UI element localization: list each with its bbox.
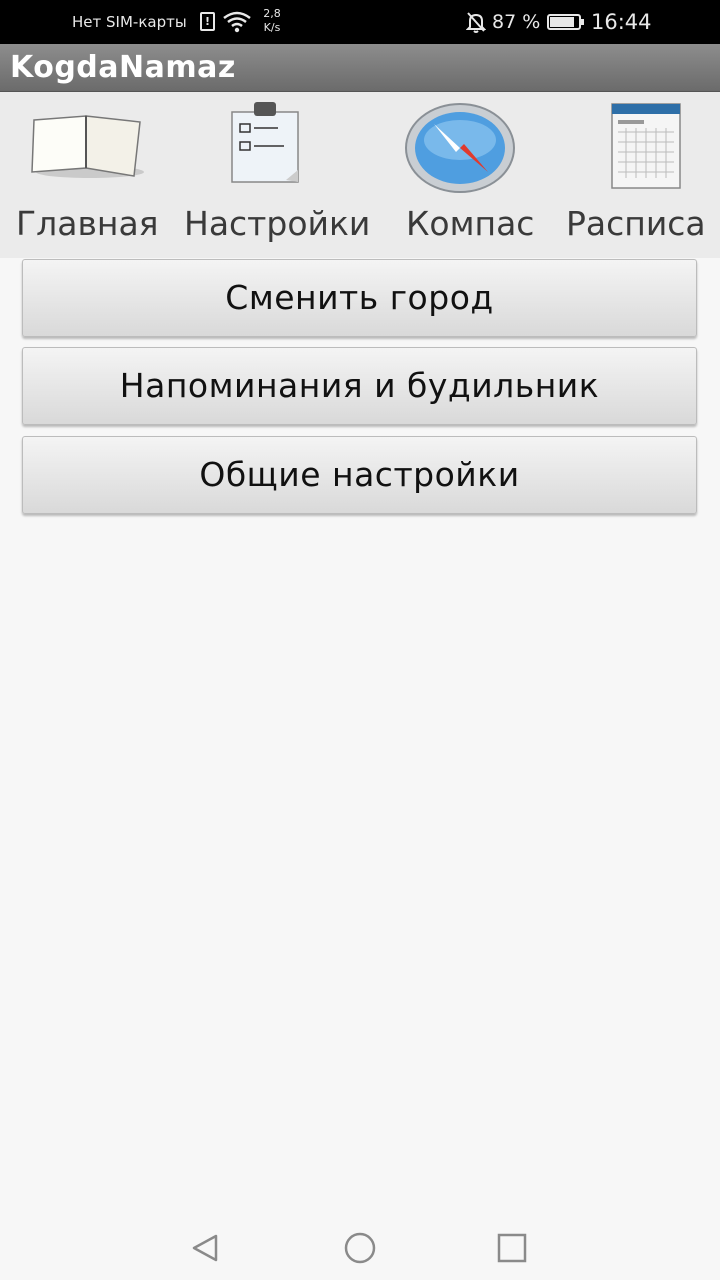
tab-main-label: Главная: [16, 204, 159, 243]
tab-compass[interactable]: Компас: [404, 92, 554, 258]
back-icon[interactable]: [188, 1230, 224, 1266]
recents-icon[interactable]: [494, 1230, 530, 1266]
network-speed: 2,8 K/s: [260, 7, 284, 35]
clock: 16:44: [591, 10, 652, 34]
bell-off-icon: [466, 12, 486, 33]
battery-percent: 87 %: [492, 11, 541, 33]
clipboard-icon: [231, 102, 299, 183]
home-icon[interactable]: [342, 1230, 378, 1266]
tab-settings-label: Настройки: [184, 204, 371, 243]
tab-compass-label: Компас: [406, 204, 535, 243]
tab-schedule-label: Расписа: [566, 204, 706, 243]
change-city-button[interactable]: Сменить город: [22, 259, 697, 337]
app-root: Нет SIM-карты ! 2,8 K/s 87 % 16:44 Kogda…: [0, 0, 720, 1280]
carrier-text: Нет SIM-карты: [72, 13, 187, 31]
system-nav-bar: [0, 1212, 720, 1280]
general-settings-button[interactable]: Общие настройки: [22, 436, 697, 514]
tab-strip: Главная Настройки Компас Расписа: [0, 92, 720, 258]
compass-icon: [405, 103, 515, 193]
wifi-icon: [223, 11, 251, 33]
network-speed-value: 2,8: [263, 7, 281, 20]
tab-schedule[interactable]: Расписа: [566, 92, 720, 258]
sim-alert-icon: !: [200, 12, 215, 31]
book-icon: [31, 115, 144, 178]
tab-settings[interactable]: Настройки: [184, 92, 394, 258]
status-bar: Нет SIM-карты ! 2,8 K/s 87 % 16:44: [0, 0, 720, 44]
tab-main[interactable]: Главная: [14, 92, 174, 258]
app-title: KogdaNamaz: [10, 50, 236, 85]
network-speed-unit: K/s: [263, 21, 281, 34]
reminders-alarm-button[interactable]: Напоминания и будильник: [22, 347, 697, 425]
calendar-icon: [611, 103, 681, 189]
app-title-bar: KogdaNamaz: [0, 44, 720, 92]
battery-icon: [547, 14, 584, 30]
